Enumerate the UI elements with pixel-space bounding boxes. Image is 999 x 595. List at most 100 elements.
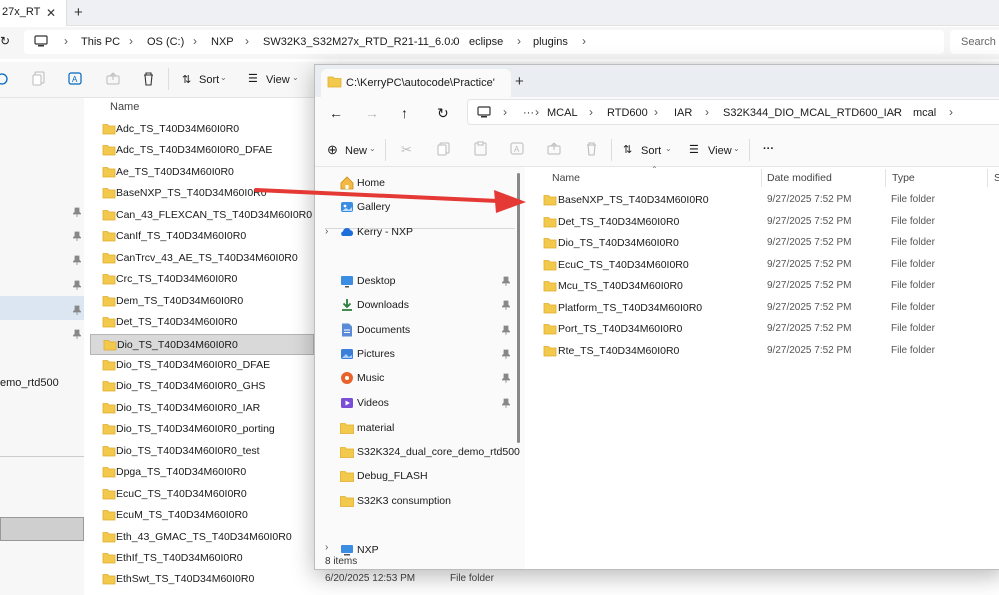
cut-icon[interactable]: [0, 72, 8, 86]
list-item[interactable]: EcuC_TS_T40D34M60I0R0: [90, 484, 314, 505]
table-row[interactable]: Platform_TS_T40D34M60I0R0 9/27/2025 7:52 …: [539, 298, 999, 319]
table-row[interactable]: Mcu_TS_T40D34M60I0R0 9/27/2025 7:52 PM Fil…: [539, 276, 999, 297]
view-icon[interactable]: ☰: [248, 72, 258, 85]
column-header-name[interactable]: Name: [110, 101, 139, 113]
share-icon[interactable]: [106, 72, 120, 85]
sort-button[interactable]: Sort: [641, 145, 661, 157]
list-item[interactable]: Dio_TS_T40D34M60I0R0_GHS: [90, 376, 314, 397]
list-item[interactable]: Ae_TS_T40D34M60I0R0: [90, 162, 314, 183]
nav-item-downloads[interactable]: Downloads: [339, 294, 519, 316]
table-row[interactable]: Rte_TS_T40D34M60I0R0 9/27/2025 7:52 PM Fil…: [539, 341, 999, 362]
list-item[interactable]: Dio_TS_T40D34M60I0R0_IAR: [90, 398, 314, 419]
nav-item-debug-flash[interactable]: Debug_FLASH: [339, 465, 519, 487]
new-button[interactable]: New: [345, 145, 367, 157]
breadcrumb-sw32k3[interactable]: SW32K3_S32M27x_RTD_R21-11_6.0.0: [263, 36, 460, 48]
list-item[interactable]: Dio_TS_T40D34M60I0R0_DFAE: [90, 355, 314, 376]
nav-item-label[interactable]: emo_rtd500: [0, 377, 59, 389]
nav-item-kerry-nxp[interactable]: Kerry - NXP: [339, 221, 519, 243]
view-button[interactable]: View: [708, 145, 732, 157]
copy-icon[interactable]: [32, 71, 46, 86]
list-item[interactable]: CanIf_TS_T40D34M60I0R0: [90, 226, 314, 247]
column-header-date-modified[interactable]: Date modified: [767, 172, 832, 184]
table-row[interactable]: EcuC_TS_T40D34M60I0R0 9/27/2025 7:52 PM Fi…: [539, 255, 999, 276]
nav-item-nxp[interactable]: NXP: [339, 539, 519, 561]
new-tab-button[interactable]: +: [515, 73, 524, 90]
new-tab-button[interactable]: +: [74, 4, 83, 21]
rename-icon[interactable]: A: [510, 141, 525, 156]
breadcrumb-plugins[interactable]: plugins: [533, 36, 568, 48]
list-item[interactable]: Dio_TS_T40D34M60I0R0: [90, 333, 314, 355]
list-item[interactable]: Det_TS_T40D34M60I0R0: [90, 312, 314, 333]
sort-icon[interactable]: ⇅: [182, 73, 191, 86]
list-item[interactable]: EthIf_TS_T40D34M60I0R0: [90, 548, 314, 569]
breadcrumb-s32k344[interactable]: S32K344_DIO_MCAL_RTD600_IAR: [723, 107, 902, 119]
more-options-button[interactable]: ···: [763, 143, 774, 155]
breadcrumb-os-c[interactable]: OS (C:): [147, 36, 184, 48]
background-nav-selected-item[interactable]: [0, 517, 84, 541]
breadcrumb-mcal[interactable]: MCAL: [547, 107, 578, 119]
refresh-icon[interactable]: ↻: [0, 34, 10, 48]
list-item[interactable]: EthSwt_TS_T40D34M60I0R0: [90, 569, 314, 590]
list-item[interactable]: Crc_TS_T40D34M60I0R0: [90, 269, 314, 290]
rename-icon[interactable]: A: [68, 71, 83, 86]
expand-chevron-icon[interactable]: ›: [325, 542, 328, 553]
nav-item-gallery[interactable]: Gallery: [339, 196, 519, 218]
nav-item-pictures[interactable]: Pictures: [339, 343, 519, 365]
nav-item-s32k324-dual-core-demo-rtd500[interactable]: S32K324_dual_core_demo_rtd500: [339, 441, 520, 463]
table-row[interactable]: Dio_TS_T40D34M60I0R0 9/27/2025 7:52 PM Fil…: [539, 233, 999, 254]
forward-icon[interactable]: →: [365, 105, 379, 121]
breadcrumb-ellipsis[interactable]: ···: [523, 107, 534, 119]
background-nav-selected-item[interactable]: [0, 296, 84, 320]
list-item[interactable]: EcuM_TS_T40D34M60I0R0: [90, 505, 314, 526]
chevron-right-icon: ›: [654, 105, 658, 119]
column-header-name[interactable]: Name: [552, 172, 580, 184]
table-row[interactable]: Det_TS_T40D34M60I0R0 9/27/2025 7:52 PM Fil…: [539, 212, 999, 233]
breadcrumb-eclipse[interactable]: eclipse: [469, 36, 503, 48]
paste-icon[interactable]: [474, 141, 487, 156]
list-item[interactable]: Adc_TS_T40D34M60I0R0: [90, 119, 314, 140]
column-header-type[interactable]: Type: [892, 172, 915, 184]
column-header-size[interactable]: S: [994, 172, 999, 184]
background-tab[interactable]: 27x_RT ✕: [0, 0, 67, 26]
nav-item-home[interactable]: Home: [339, 172, 519, 194]
delete-icon[interactable]: [142, 71, 155, 86]
share-icon[interactable]: [547, 142, 561, 155]
sort-icon[interactable]: ⇅: [623, 143, 632, 156]
search-input[interactable]: Search p: [950, 30, 999, 54]
close-icon[interactable]: ✕: [46, 6, 56, 20]
breadcrumb-rtd600[interactable]: RTD600: [607, 107, 648, 119]
delete-icon[interactable]: [585, 141, 598, 156]
list-item[interactable]: Can_43_FLEXCAN_TS_T40D34M60I0R0: [90, 205, 314, 226]
list-item[interactable]: Dpga_TS_T40D34M60I0R0: [90, 462, 314, 483]
list-item[interactable]: Dio_TS_T40D34M60I0R0_porting: [90, 419, 314, 440]
new-icon[interactable]: ⊕: [327, 142, 338, 158]
list-item[interactable]: Eth_43_GMAC_TS_T40D34M60I0R0: [90, 527, 314, 548]
nav-item-videos[interactable]: Videos: [339, 392, 519, 414]
list-item[interactable]: BaseNXP_TS_T40D34M60I0R0: [90, 183, 314, 204]
nav-item-s32k3-consumption[interactable]: S32K3 consumption: [339, 490, 519, 512]
back-icon[interactable]: ←: [329, 105, 343, 121]
list-item[interactable]: Adc_TS_T40D34M60I0R0_DFAE: [90, 140, 314, 161]
nav-item-documents[interactable]: Documents: [339, 319, 519, 341]
list-item[interactable]: Dio_TS_T40D34M60I0R0_test: [90, 441, 314, 462]
nav-item-desktop[interactable]: Desktop: [339, 270, 519, 292]
table-row[interactable]: BaseNXP_TS_T40D34M60I0R0 9/27/2025 7:52 P…: [539, 190, 999, 211]
foreground-tab[interactable]: C:\KerryPC\autocode\Practice': [321, 69, 511, 97]
copy-icon[interactable]: [437, 142, 450, 156]
videos-icon: [339, 395, 355, 411]
view-icon[interactable]: ☰: [689, 143, 699, 156]
up-icon[interactable]: ↑: [401, 105, 408, 121]
breadcrumb-iar[interactable]: IAR: [674, 107, 692, 119]
nav-item-material[interactable]: material: [339, 417, 519, 439]
list-item[interactable]: Dem_TS_T40D34M60I0R0: [90, 291, 314, 312]
breadcrumb-mcal-folder[interactable]: mcal: [913, 107, 936, 119]
list-item[interactable]: CanTrcv_43_AE_TS_T40D34M60I0R0: [90, 248, 314, 269]
table-row[interactable]: Port_TS_T40D34M60I0R0 9/27/2025 7:52 PM Fi…: [539, 319, 999, 340]
breadcrumb-nxp[interactable]: NXP: [211, 36, 234, 48]
nav-item-music[interactable]: Music: [339, 367, 519, 389]
cut-icon[interactable]: ✂: [401, 142, 412, 158]
breadcrumb-this-pc[interactable]: This PC: [81, 36, 120, 48]
sort-button[interactable]: Sort: [199, 74, 219, 86]
refresh-icon[interactable]: ↻: [437, 105, 449, 122]
view-button[interactable]: View: [266, 74, 290, 86]
